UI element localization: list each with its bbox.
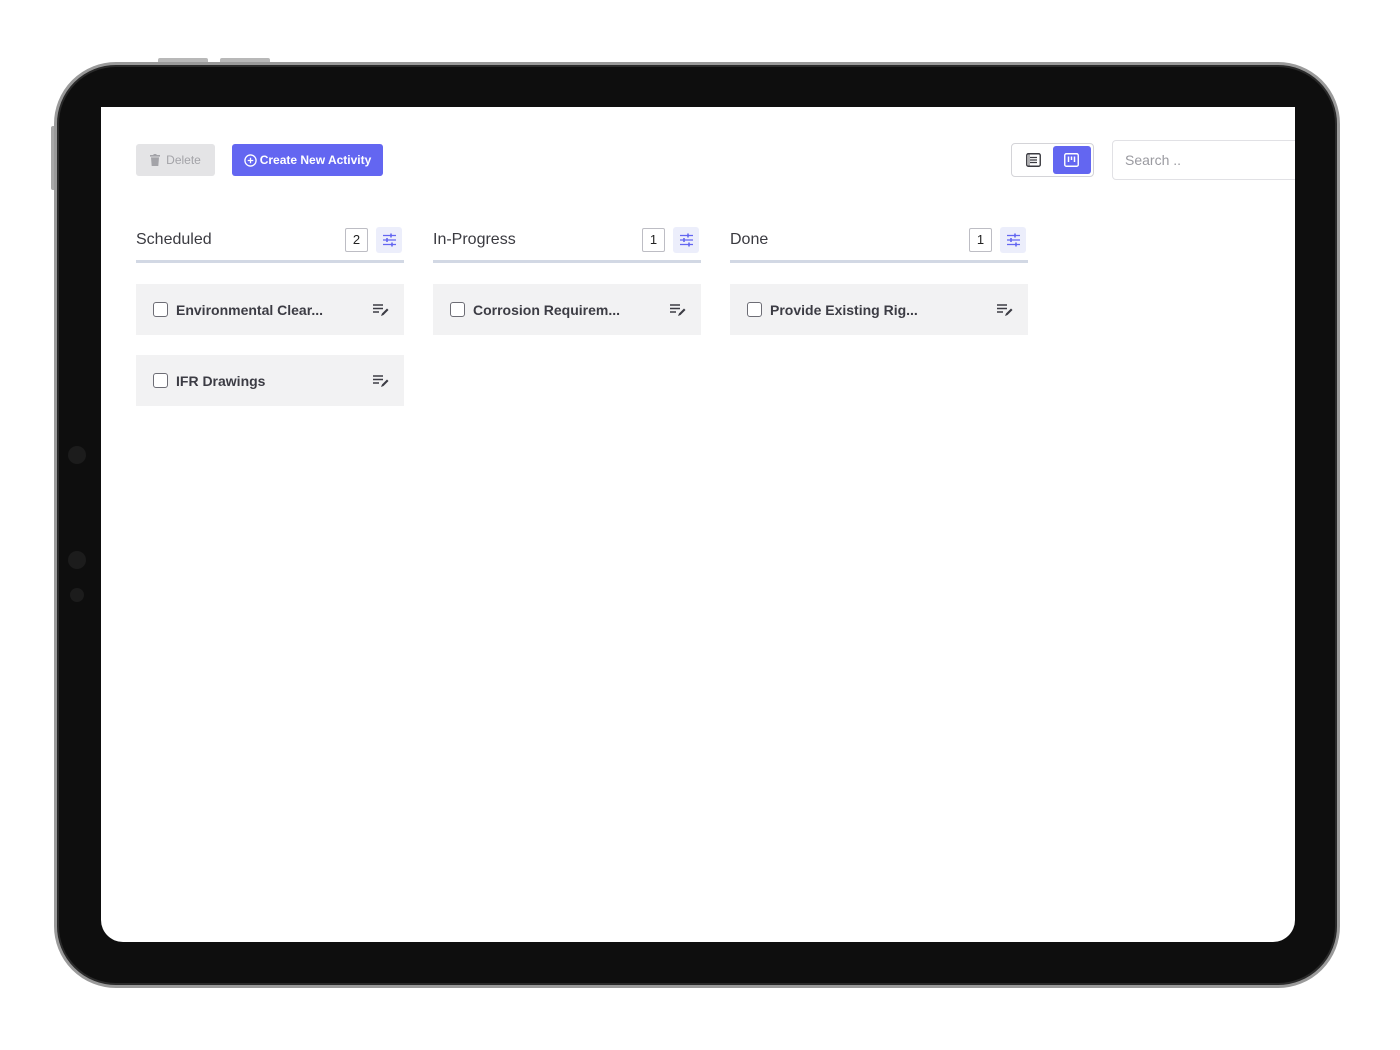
- edit-notes-icon: [373, 303, 389, 316]
- create-new-activity-button[interactable]: Create New Activity: [232, 144, 383, 176]
- column-title: Done: [730, 230, 769, 248]
- trash-icon: [150, 154, 161, 166]
- view-toggle: [1011, 143, 1094, 177]
- filter-sliders-icon: [679, 233, 693, 246]
- activity-card[interactable]: Corrosion Requirem...: [433, 284, 701, 335]
- edit-notes-button[interactable]: [372, 372, 390, 390]
- column-count-badge: 2: [345, 227, 368, 252]
- edit-notes-button[interactable]: [372, 301, 390, 319]
- board-view-button[interactable]: [1052, 146, 1091, 174]
- column-in-progress: In-Progress 1 Corrosion Requirem...: [433, 219, 701, 335]
- card-title: Provide Existing Rig...: [770, 301, 918, 318]
- column-header: Scheduled 2: [136, 219, 404, 263]
- column-filter-button[interactable]: [673, 226, 699, 253]
- column-title: Scheduled: [136, 230, 212, 248]
- list-view-button[interactable]: [1014, 146, 1053, 174]
- create-new-activity-label: Create New Activity: [259, 153, 372, 167]
- activity-card[interactable]: IFR Drawings: [136, 355, 404, 406]
- card-checkbox[interactable]: [747, 302, 762, 317]
- column-filter-button[interactable]: [1000, 226, 1026, 253]
- column-title: In-Progress: [433, 230, 516, 248]
- card-title: Corrosion Requirem...: [473, 301, 621, 318]
- delete-button[interactable]: Delete: [136, 144, 215, 176]
- edit-notes-icon: [997, 303, 1013, 316]
- edit-notes-icon: [373, 374, 389, 387]
- column-done: Done 1 Provide Existing Rig...: [730, 219, 1028, 335]
- activity-card[interactable]: Environmental Clear...: [136, 284, 404, 335]
- activity-card[interactable]: Provide Existing Rig...: [730, 284, 1028, 335]
- column-header: In-Progress 1: [433, 219, 701, 263]
- list-view-icon: [1025, 153, 1041, 167]
- card-title: Environmental Clear...: [176, 301, 324, 318]
- filter-sliders-icon: [382, 233, 396, 246]
- column-count-badge: 1: [642, 227, 665, 252]
- column-header: Done 1: [730, 219, 1028, 263]
- card-checkbox[interactable]: [450, 302, 465, 317]
- board-view-icon: [1064, 153, 1080, 167]
- column-count-badge: 1: [969, 227, 992, 252]
- edit-notes-icon: [670, 303, 686, 316]
- edit-notes-button[interactable]: [996, 301, 1014, 319]
- column-scheduled: Scheduled 2 Environmental Clear... IFR D…: [136, 219, 404, 406]
- plus-circle-icon: [243, 153, 257, 167]
- delete-button-label: Delete: [166, 153, 201, 167]
- search-input[interactable]: [1112, 140, 1295, 180]
- card-checkbox[interactable]: [153, 373, 168, 388]
- card-checkbox[interactable]: [153, 302, 168, 317]
- device-sensor: [68, 446, 86, 464]
- device-sensor: [68, 551, 86, 569]
- device-sensor: [70, 588, 84, 602]
- column-filter-button[interactable]: [376, 226, 402, 253]
- app-screen: Delete Create New Activity Scheduled: [101, 107, 1295, 942]
- filter-sliders-icon: [1006, 233, 1020, 246]
- card-title: IFR Drawings: [176, 372, 266, 389]
- edit-notes-button[interactable]: [669, 301, 687, 319]
